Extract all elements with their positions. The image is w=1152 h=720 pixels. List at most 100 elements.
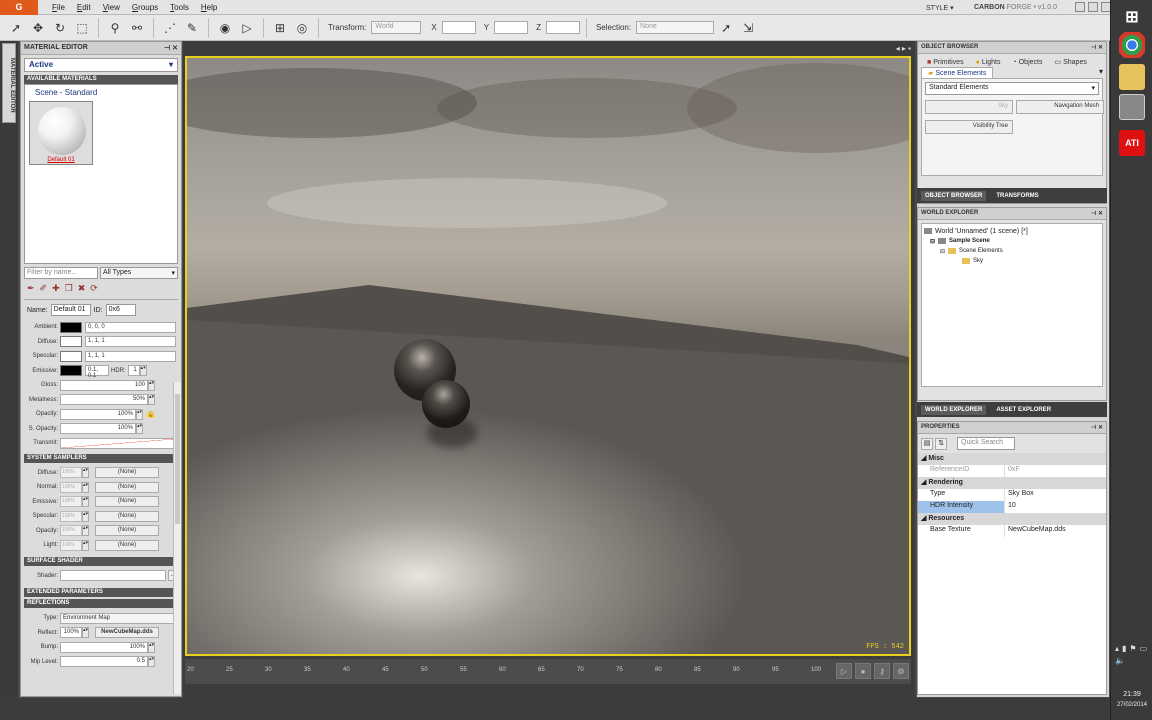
refl-type-combo[interactable]: Environment Map — [60, 612, 176, 624]
reflect-pct[interactable]: 100% — [60, 627, 82, 639]
chevron-down-icon[interactable]: ▾ — [1099, 67, 1103, 78]
visibility-tree-button[interactable]: Visibility Tree — [925, 120, 1013, 134]
extended-parameters-header[interactable]: EXTENDED PARAMETERS — [24, 588, 178, 597]
render-icon[interactable]: ◉ — [215, 18, 235, 38]
tab-asset-explorer[interactable]: ASSET EXPLORER — [996, 407, 1051, 413]
app-icon[interactable] — [1119, 94, 1145, 120]
scale-tool-icon[interactable]: ⬚ — [72, 18, 92, 38]
panel-pin-close-icon[interactable]: ⊣ ✕ — [1091, 210, 1103, 217]
material-thumbnail[interactable]: Default 01 — [29, 101, 93, 165]
category-rendering[interactable]: ◢ Rendering — [918, 477, 1106, 489]
filter-by-name-input[interactable]: Filter by name... — [24, 267, 98, 279]
bump-value[interactable]: 100% — [60, 641, 148, 653]
property-base-texture[interactable]: Base Texture NewCubeMap.dds — [918, 525, 1106, 537]
ati-icon[interactable]: ATI — [1119, 130, 1145, 156]
3d-viewport[interactable]: FPS : 542 — [185, 56, 911, 656]
sampler-texture-button[interactable]: (None) — [95, 539, 159, 551]
sampler-pct[interactable]: 100% — [60, 496, 82, 508]
sampler-pct[interactable]: 100% — [60, 467, 82, 479]
categorized-icon[interactable]: ▤ — [921, 437, 933, 450]
gloss-spinner[interactable]: ▴▾ — [148, 379, 155, 391]
network-icon[interactable]: ▮ — [1122, 644, 1126, 653]
elements-combo[interactable]: Standard Elements ▾ — [925, 82, 1099, 95]
refresh-material-icon[interactable]: ⟳ — [90, 283, 98, 295]
chrome-icon[interactable] — [1119, 32, 1145, 58]
sampler-pct[interactable]: 100% — [60, 539, 82, 551]
select-filter-icon[interactable]: ⇲ — [738, 18, 758, 38]
metalness-spinner[interactable]: ▴▾ — [148, 394, 155, 406]
file-explorer-icon[interactable] — [1119, 64, 1145, 90]
paint-tool-icon[interactable]: ✎ — [182, 18, 202, 38]
sampler-texture-button[interactable]: (None) — [95, 510, 159, 522]
sampler-pct[interactable]: 100% — [60, 510, 82, 522]
timeline[interactable]: 20 25 30 35 40 45 50 55 60 65 70 75 80 85 90 95 100 ▷ ● … — [185, 659, 911, 684]
mip-level-value[interactable]: 0.5 — [60, 656, 148, 668]
sampler-spinner[interactable]: ▴▾ — [82, 539, 89, 551]
flag-icon[interactable]: ⚑ — [1129, 644, 1136, 653]
clock[interactable]: 21:39 27/02/2014 — [1111, 690, 1152, 710]
tab-shapes[interactable]: ▭ Shapes — [1048, 57, 1092, 67]
duplicate-material-icon[interactable]: ❐ — [65, 283, 73, 295]
scrollbar-thumb[interactable] — [175, 394, 180, 524]
key-icon[interactable]: ⚷ — [874, 663, 890, 679]
sampler-spinner[interactable]: ▴▾ — [82, 496, 89, 508]
ambient-value[interactable]: 0, 0, 0 — [85, 321, 176, 333]
sampler-pct[interactable]: 100% — [60, 525, 82, 537]
style-menu[interactable]: STYLE ▾ — [926, 4, 954, 12]
panel-pin-close-icon[interactable]: ⊣ ✕ — [1091, 44, 1103, 51]
sampler-spinner[interactable]: ▴▾ — [82, 525, 89, 537]
category-misc[interactable]: ◢ Misc — [918, 453, 1106, 465]
diffuse-value[interactable]: 1, 1, 1 — [85, 336, 176, 348]
tab-objects[interactable]: ◔ Objects — [1007, 57, 1049, 67]
play-icon[interactable]: ▷ — [836, 663, 852, 679]
sampler-texture-button[interactable]: (None) — [95, 525, 159, 537]
sampler-spinner[interactable]: ▴▾ — [82, 481, 89, 493]
metalness-value[interactable]: 50% — [60, 394, 148, 406]
s-opacity-spinner[interactable]: ▴▾ — [136, 423, 143, 435]
name-input[interactable]: Default 01 — [50, 304, 91, 316]
record-icon[interactable]: ● — [855, 663, 871, 679]
settings-icon[interactable]: ⚙ — [893, 663, 909, 679]
sky-button[interactable]: Sky — [925, 100, 1013, 114]
specular-swatch[interactable] — [60, 350, 82, 362]
move-tool-icon[interactable]: ✥ — [28, 18, 48, 38]
property-hdr-intensity[interactable]: HDR Intensity 10 — [918, 501, 1106, 513]
link-tool-icon[interactable]: ⚲ — [105, 18, 125, 38]
sampler-texture-button[interactable]: (None) — [95, 481, 159, 493]
transform-combo[interactable]: World — [371, 21, 422, 34]
panel-pin-close-icon[interactable]: ⊣ ✕ — [1091, 424, 1103, 431]
snap-tool-icon[interactable]: ⋰ — [160, 18, 180, 38]
property-value[interactable]: NewCubeMap.dds — [1005, 525, 1106, 537]
rotate-tool-icon[interactable]: ↻ — [50, 18, 70, 38]
windows-start-icon[interactable]: ⊞ — [1119, 4, 1145, 30]
sort-alpha-icon[interactable]: ⇅ — [935, 437, 947, 450]
emissive-value[interactable]: 0.1, 0.1 — [85, 365, 109, 379]
tab-scene-elements[interactable]: ▰ Scene Elements — [921, 67, 994, 78]
viewport-nav-icons[interactable]: ◂ ▸ ▪ — [896, 44, 911, 53]
sampler-texture-button[interactable]: (None) — [95, 496, 159, 508]
property-value[interactable]: 10 — [1005, 501, 1106, 513]
minimize-button[interactable] — [1075, 2, 1085, 12]
x-input[interactable] — [441, 21, 476, 34]
properties-scrollbar[interactable] — [173, 382, 181, 694]
navigation-mesh-button[interactable]: Navigation Mesh — [1016, 100, 1104, 114]
menu-tools[interactable]: Tools — [164, 3, 195, 12]
s-opacity-value[interactable]: 100% — [60, 423, 136, 435]
select-by-name-icon[interactable]: ➚ — [716, 18, 736, 38]
ambient-swatch[interactable] — [60, 321, 82, 333]
new-material-icon[interactable]: ✚ — [52, 283, 60, 295]
selection-combo[interactable]: None — [636, 21, 715, 34]
sampler-texture-button[interactable]: (None) — [95, 467, 159, 479]
menu-help[interactable]: Help — [195, 3, 223, 12]
tree-item-scene[interactable]: ⊟ Sample Scene — [924, 236, 1100, 246]
bump-spinner[interactable]: ▴▾ — [148, 641, 155, 653]
gloss-value[interactable]: 100 — [60, 379, 148, 391]
lock-icon[interactable]: 🔒 — [146, 410, 156, 418]
tab-object-browser[interactable]: OBJECT BROWSER — [921, 190, 987, 201]
property-value[interactable]: Sky Box — [1005, 489, 1106, 501]
category-resources[interactable]: ◢ Resources — [918, 513, 1106, 525]
collapse-icon[interactable]: ⊟ — [940, 248, 945, 255]
panel-pin-close-icon[interactable]: ⊣ ✕ — [164, 44, 178, 52]
grid-icon[interactable]: ⊞ — [270, 18, 290, 38]
select-tool-icon[interactable]: ➚ — [6, 18, 26, 38]
